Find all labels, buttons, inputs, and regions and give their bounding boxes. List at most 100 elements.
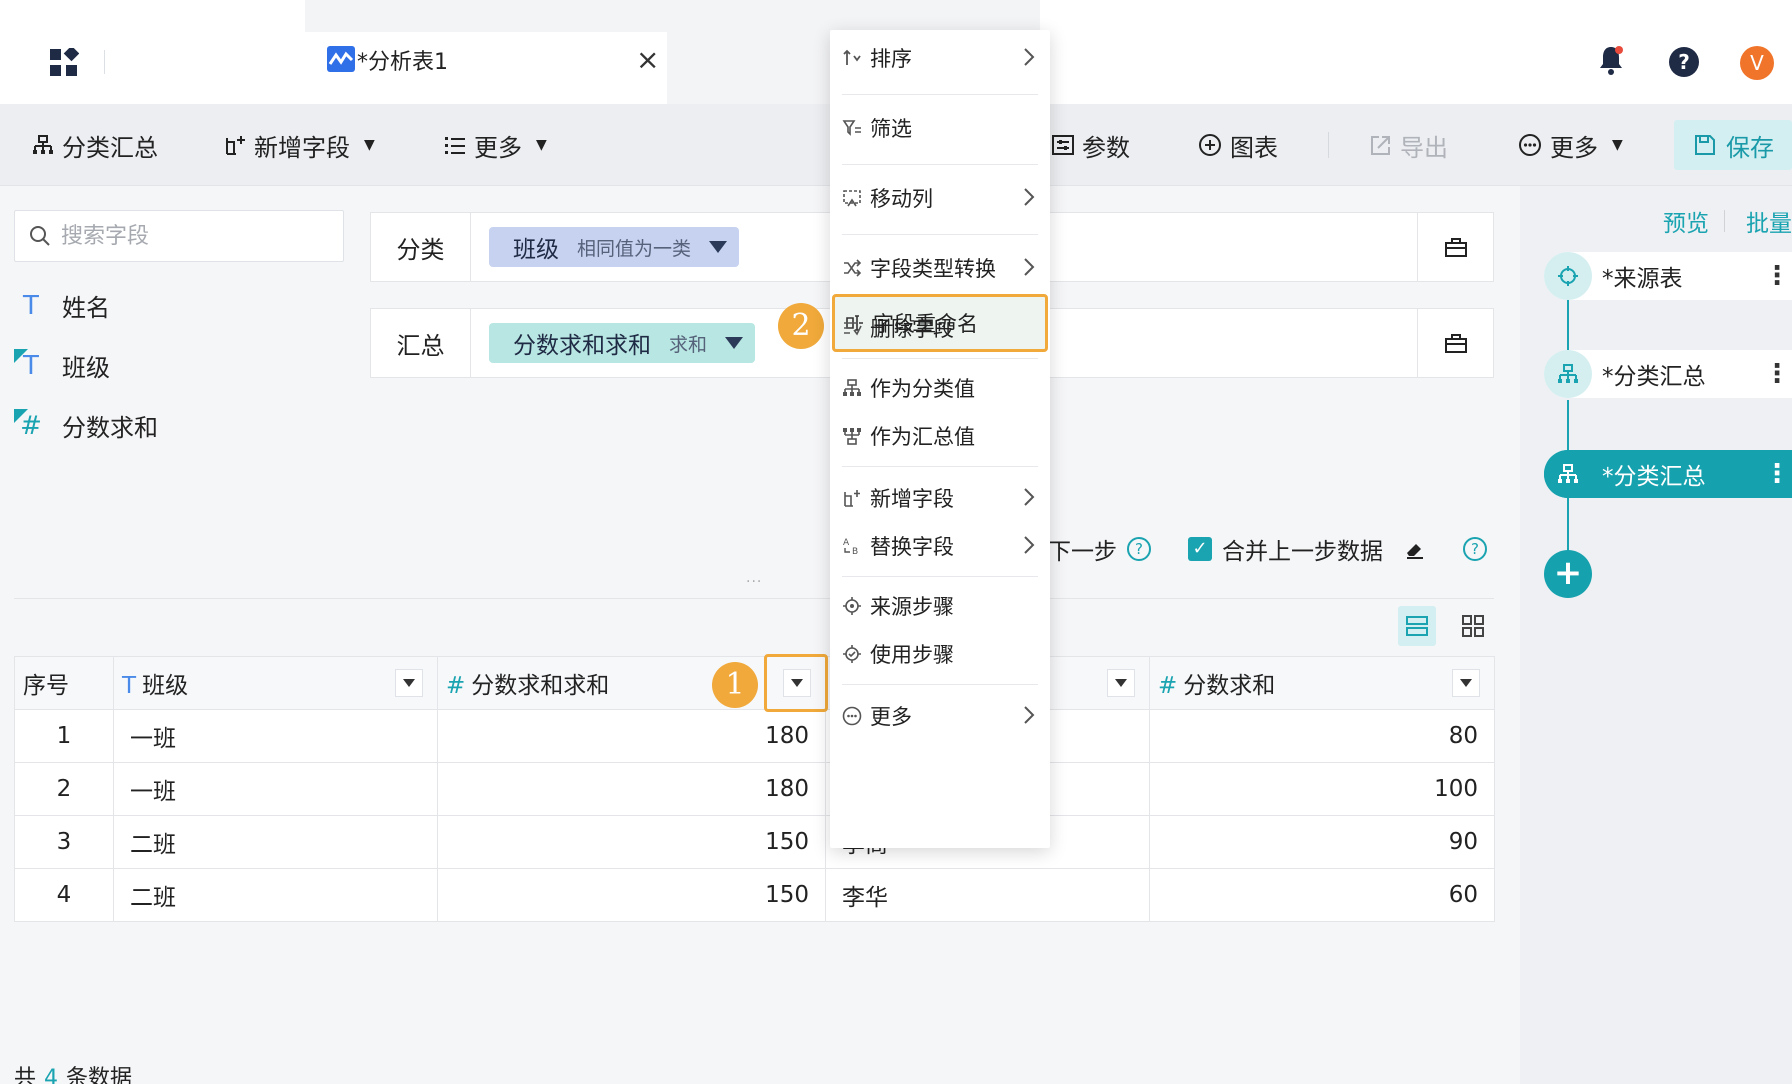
summary-icon xyxy=(842,426,862,446)
group-summary-button[interactable]: 分类汇总 xyxy=(32,104,158,186)
caret-down-icon[interactable] xyxy=(709,241,728,253)
menu-item-label: 来源步骤 xyxy=(870,595,954,619)
highlighted-dropdown-frame xyxy=(764,654,828,712)
pill-name: 班级 xyxy=(513,237,559,263)
more-right-button[interactable]: 更多 ▼ xyxy=(1518,104,1623,186)
merge-option[interactable]: ✓ 合并上一步数据 ? xyxy=(1188,532,1487,566)
menu-item-use-step[interactable]: 使用步骤 xyxy=(842,632,1038,676)
preview-link[interactable]: 预览 xyxy=(1663,204,1709,238)
field-item-score-sum[interactable]: # 分数求和 xyxy=(14,408,158,443)
pill-sub: 相同值为一类 xyxy=(577,237,692,260)
menu-item-replace-field[interactable]: AB 替换字段 xyxy=(842,524,1038,568)
summary-pill[interactable]: 分数求和求和 求和 xyxy=(489,323,756,363)
search-icon xyxy=(30,226,50,246)
grid-view-button[interactable] xyxy=(1454,606,1492,646)
menu-item-as-category[interactable]: 作为分类值 xyxy=(842,366,1038,410)
add-circle-icon xyxy=(1199,134,1221,156)
table-row[interactable]: 3 二班 150 李商 90 xyxy=(14,815,1495,869)
step-name: *来源表 xyxy=(1602,266,1683,292)
toolbox-icon[interactable] xyxy=(1417,213,1493,281)
pipeline-step-active[interactable]: *分类汇总 ⋮ xyxy=(1544,450,1792,498)
menu-item-sort[interactable]: 排序 xyxy=(842,36,1038,80)
pipeline-step[interactable]: *分类汇总 ⋮ xyxy=(1544,350,1792,398)
field-item-name[interactable]: T 姓名 xyxy=(14,288,110,323)
chevron-right-icon xyxy=(1022,486,1036,508)
more-vertical-icon[interactable]: ⋮ xyxy=(1762,459,1792,489)
field-item-class[interactable]: T 班级 xyxy=(14,348,110,383)
batch-link[interactable]: 批量 xyxy=(1746,204,1792,238)
column-dropdown-button[interactable] xyxy=(1107,669,1135,697)
list-view-button[interactable] xyxy=(1398,606,1436,646)
merge-checkbox[interactable]: ✓ xyxy=(1188,537,1212,561)
header-label: 分数求和求和 xyxy=(471,673,610,699)
menu-item-label: 排序 xyxy=(870,47,912,71)
params-button[interactable]: 参数 xyxy=(1052,104,1130,186)
add-field-button[interactable]: 新增字段 ▼ xyxy=(224,104,375,186)
step-name: *分类汇总 xyxy=(1602,364,1706,390)
params-label: 参数 xyxy=(1082,133,1130,162)
callout-badge: 1 xyxy=(712,662,758,708)
more-vertical-icon[interactable]: ⋮ xyxy=(1762,261,1792,291)
menu-item-delete-field-content[interactable]: 删除字段 xyxy=(842,306,1038,350)
table-row[interactable]: 1 一班 180 80 xyxy=(14,709,1495,763)
table-cell: 90 xyxy=(1149,815,1495,869)
menu-item-type-convert[interactable]: 字段类型转换 xyxy=(842,246,1038,290)
table-cell: 1 xyxy=(14,709,114,763)
close-icon[interactable]: × xyxy=(636,46,659,74)
more-vertical-icon[interactable]: ⋮ xyxy=(1762,359,1792,389)
menu-separator xyxy=(842,164,1038,165)
eraser-icon[interactable] xyxy=(1403,537,1427,561)
bell-icon[interactable] xyxy=(1596,44,1626,76)
menu-separator xyxy=(842,234,1038,235)
table-cell: 60 xyxy=(1149,868,1495,922)
pipeline-step[interactable]: *来源表 ⋮ xyxy=(1544,252,1792,300)
menu-item-label: 使用步骤 xyxy=(870,643,954,667)
avatar[interactable]: V xyxy=(1740,46,1774,80)
sort-icon xyxy=(842,48,862,68)
caret-down-icon[interactable] xyxy=(725,337,744,349)
menu-item-source-step[interactable]: 来源步骤 xyxy=(842,584,1038,628)
column-dropdown-button[interactable] xyxy=(1452,669,1480,697)
row-count-suffix: 条数据 xyxy=(66,1066,133,1084)
chart-button[interactable]: 图表 xyxy=(1198,104,1278,186)
caret-down-icon: ▼ xyxy=(536,137,547,153)
derived-text-type-icon: T xyxy=(14,348,48,383)
chevron-right-icon xyxy=(1022,186,1036,208)
column-header-score-sum[interactable]: # 分数求和 xyxy=(1149,656,1495,710)
column-header-class[interactable]: T 班级 xyxy=(113,656,438,710)
help-circle-icon[interactable]: ? xyxy=(1463,537,1487,561)
menu-item-add-field[interactable]: 新增字段 xyxy=(842,476,1038,520)
menu-item-filter[interactable]: 筛选 xyxy=(842,106,1038,150)
caret-down-icon: ▼ xyxy=(364,137,375,153)
add-step-button[interactable]: + xyxy=(1544,550,1592,598)
list-view-icon xyxy=(1406,616,1428,636)
toolbox-icon[interactable] xyxy=(1417,309,1493,377)
apps-icon[interactable] xyxy=(49,48,79,78)
menu-separator xyxy=(842,94,1038,95)
category-pill[interactable]: 班级 相同值为一类 xyxy=(489,227,740,267)
resize-handle[interactable]: ··· xyxy=(746,574,762,590)
export-button[interactable]: 导出 xyxy=(1370,104,1448,186)
source-step-icon xyxy=(842,596,862,616)
save-button[interactable]: 保存 xyxy=(1674,120,1792,170)
hierarchy-icon xyxy=(1544,350,1592,398)
column-dropdown-button[interactable] xyxy=(395,669,423,697)
delete-field-icon xyxy=(842,318,862,338)
move-column-icon xyxy=(842,188,862,208)
table-cell: 150 xyxy=(437,815,826,869)
table-cell: 4 xyxy=(14,868,114,922)
more-circle-icon xyxy=(842,706,862,726)
table-row[interactable]: 4 二班 150 李华 60 xyxy=(14,868,1495,922)
menu-item-as-summary[interactable]: 作为汇总值 xyxy=(842,414,1038,458)
more-left-button[interactable]: 更多 ▼ xyxy=(444,104,547,186)
help-circle-icon[interactable]: ? xyxy=(1127,537,1151,561)
search-input[interactable] xyxy=(61,223,331,249)
shuffle-icon xyxy=(842,258,862,278)
help-icon[interactable]: ? xyxy=(1668,46,1700,78)
menu-item-move-column[interactable]: 移动列 xyxy=(842,176,1038,220)
table-cell: 一班 xyxy=(113,762,438,816)
menu-item-more[interactable]: 更多 xyxy=(842,694,1038,738)
field-name: 分数求和 xyxy=(62,414,158,442)
table-cell: 二班 xyxy=(113,868,438,922)
table-row[interactable]: 2 一班 180 100 xyxy=(14,762,1495,816)
